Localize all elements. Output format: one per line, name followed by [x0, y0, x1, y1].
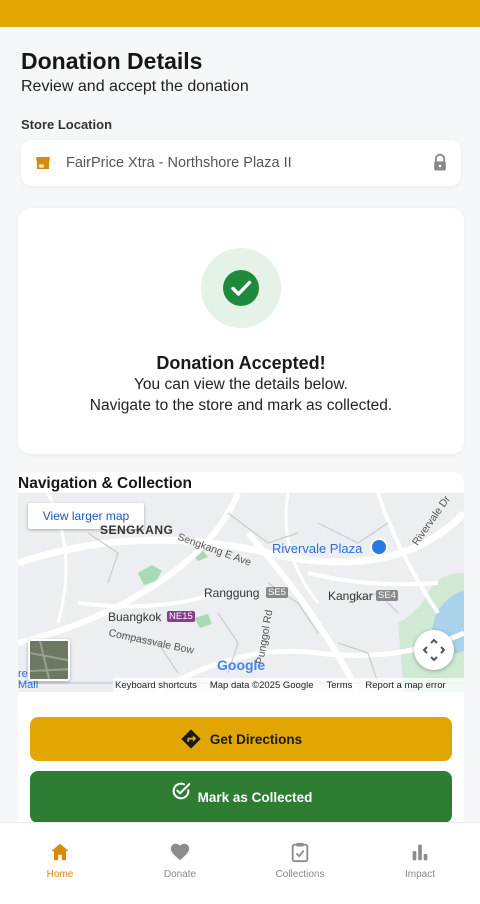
keyboard-shortcuts-link[interactable]: Keyboard shortcuts	[115, 680, 197, 691]
store-location-field: FairPrice Xtra - Northshore Plaza II	[21, 140, 461, 186]
donation-accepted-card: Donation Accepted! You can view the deta…	[18, 208, 464, 454]
nav-label-impact: Impact	[404, 869, 435, 880]
top-status-bar	[0, 0, 480, 27]
get-directions-button[interactable]: Get Directions	[30, 717, 452, 761]
bar-chart-icon	[412, 844, 428, 861]
map-badge-se5: SE5	[266, 587, 288, 598]
map-label-sengkang: SENGKANG	[100, 523, 174, 537]
bottom-navigation: Home Donate Collections Impact	[0, 822, 480, 904]
home-icon	[51, 843, 69, 861]
map-footer: Keyboard shortcuts Map data ©2025 Google…	[113, 678, 464, 692]
map-data-attribution: Map data ©2025 Google	[209, 679, 314, 691]
mark-collected-button[interactable]: Mark as Collected	[30, 771, 452, 823]
nav-item-home[interactable]: Home	[0, 841, 120, 880]
report-map-error-link[interactable]: Report a map error	[365, 680, 445, 691]
nav-item-collections[interactable]: Collections	[240, 841, 360, 880]
store-icon	[36, 157, 50, 169]
check-circle-outline-icon	[172, 782, 190, 800]
heart-icon	[170, 843, 190, 861]
terms-link[interactable]: Terms	[327, 680, 353, 691]
shopping-pin-icon[interactable]	[370, 538, 388, 556]
check-circle-icon	[201, 248, 281, 328]
accepted-message-line1: You can view the details below.	[134, 376, 348, 393]
map-label-ranggung: Ranggung	[204, 586, 260, 600]
satellite-toggle[interactable]	[28, 639, 70, 681]
nav-label-home: Home	[46, 869, 74, 880]
store-location-value: FairPrice Xtra - Northshore Plaza II	[66, 155, 292, 171]
google-logo: Google	[217, 657, 266, 673]
nav-label-collections: Collections	[275, 869, 325, 880]
map-label-buangkok: Buangkok	[108, 610, 162, 624]
lock-icon	[434, 153, 446, 171]
map-label-kangkar: Kangkar	[328, 589, 373, 603]
nav-label-donate: Donate	[163, 869, 197, 880]
page-title: Donation Details	[21, 48, 203, 74]
map-badge-ne15: NE15	[167, 611, 195, 622]
map-badge-se4: SE4	[376, 590, 398, 601]
get-directions-label: Get Directions	[209, 731, 303, 747]
nav-item-impact[interactable]: Impact	[360, 841, 480, 880]
mark-collected-label: Mark as Collected	[197, 789, 313, 805]
navigation-title: Navigation & Collection	[18, 475, 192, 492]
store-location-label: Store Location	[21, 117, 113, 132]
accepted-title: Donation Accepted!	[156, 353, 326, 373]
page-subtitle: Review and accept the donation	[21, 78, 249, 95]
directions-icon	[181, 729, 201, 749]
map-label-rivervale-plaza[interactable]: Rivervale Plaza	[272, 541, 362, 556]
clipboard-check-icon	[291, 842, 309, 863]
accepted-message-line2: Navigate to the store and mark as collec…	[89, 397, 393, 414]
fullscreen-icon	[422, 638, 446, 662]
map-embed[interactable]: View larger map SENGKANG Sengkang E Ave …	[18, 493, 464, 692]
fullscreen-button[interactable]	[414, 630, 454, 670]
nav-item-donate[interactable]: Donate	[120, 841, 240, 880]
